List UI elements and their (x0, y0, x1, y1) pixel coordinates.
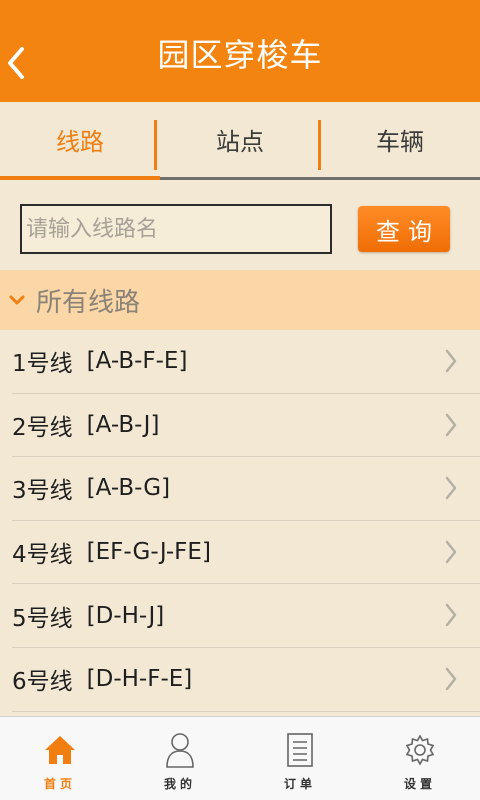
chevron-right-icon (445, 540, 457, 564)
segment-tabs: 线路 站点 车辆 (0, 102, 480, 180)
back-button[interactable] (4, 44, 28, 82)
list-item[interactable]: 2号线 [A-B-J] (12, 394, 480, 458)
tabbar-home[interactable]: 首页 (0, 717, 120, 800)
tabbar-label: 设置 (403, 777, 436, 791)
app-header: 园区穿梭车 (0, 0, 480, 102)
route-path: [D-H-J] (86, 602, 165, 629)
gear-icon (403, 731, 437, 769)
tabbar-label: 首页 (43, 777, 76, 791)
route-path: [A-B-J] (86, 411, 160, 438)
tab-routes[interactable]: 线路 (0, 102, 160, 180)
route-path: [EF-G-J-FE] (86, 539, 211, 566)
route-name: 1号线 (12, 351, 73, 378)
tab-vehicles[interactable]: 车辆 (320, 102, 480, 180)
chevron-right-icon (445, 604, 457, 627)
route-search-input[interactable] (20, 204, 332, 254)
list-item[interactable]: 4号线 [EF-G-J-FE] (12, 521, 480, 585)
tab-divider (154, 120, 157, 170)
tabbar-profile[interactable]: 我的 (120, 717, 240, 800)
route-name: 2号线 (12, 414, 73, 441)
route-name: 4号线 (12, 542, 73, 569)
tabbar-label: 我的 (163, 777, 196, 791)
bottom-tab-bar: 首页 我的 订单 设置 (0, 716, 480, 800)
chevron-right-icon (445, 413, 457, 436)
tab-label: 车辆 (376, 128, 424, 156)
chevron-right-icon (445, 667, 457, 691)
list-item[interactable]: 6号线 [D-H-F-E] (12, 648, 480, 712)
page-title: 园区穿梭车 (157, 36, 323, 74)
route-path: [A-B-F-E] (86, 348, 188, 375)
tab-label: 线路 (56, 127, 104, 156)
document-icon (283, 731, 317, 769)
user-icon (163, 731, 197, 769)
search-bar: 查询 (0, 180, 480, 270)
route-list: 1号线 [A-B-F-E] 2号线 [A-B-J] 3号线 [A-B-G] 4号… (0, 330, 480, 712)
tab-label: 站点 (216, 128, 264, 156)
route-name: 3号线 (12, 478, 73, 505)
search-button[interactable]: 查询 (358, 206, 450, 252)
section-label: 所有线路 (36, 287, 141, 318)
tabbar-settings[interactable]: 设置 (360, 717, 480, 800)
route-path: [D-H-F-E] (86, 666, 193, 693)
route-name: 6号线 (12, 669, 73, 696)
route-path: [A-B-G] (86, 475, 171, 502)
chevron-left-icon (8, 47, 24, 79)
list-item[interactable]: 1号线 [A-B-F-E] (12, 330, 480, 394)
chevron-right-icon (445, 476, 457, 500)
tab-divider (318, 120, 321, 170)
list-item[interactable]: 5号线 [D-H-J] (12, 584, 480, 648)
chevron-right-icon (445, 349, 457, 373)
all-routes-header[interactable]: 所有线路 (0, 270, 480, 330)
tabbar-orders[interactable]: 订单 (240, 717, 360, 800)
chevron-down-icon (2, 294, 32, 306)
tabbar-label: 订单 (283, 777, 316, 791)
route-name: 5号线 (12, 605, 73, 632)
home-icon (43, 731, 77, 769)
list-item[interactable]: 3号线 [A-B-G] (12, 457, 480, 521)
tab-stations[interactable]: 站点 (160, 102, 320, 180)
